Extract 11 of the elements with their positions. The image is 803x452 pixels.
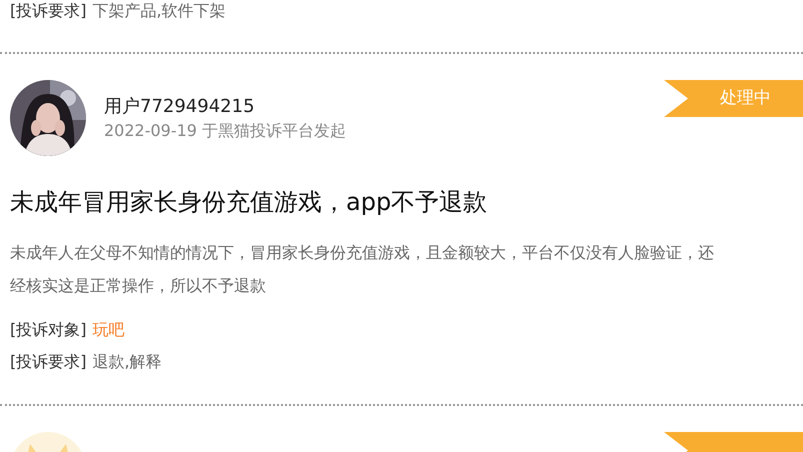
field-label: [投诉要求] xyxy=(10,1,86,20)
status-badge: 处理中 xyxy=(664,80,803,117)
description-line: 经核实这是正常操作，所以不予退款 xyxy=(10,275,266,297)
user-name: 用户7729494215 xyxy=(104,95,256,119)
complaint-title[interactable]: 未成年冒用家长身份充值游戏，app不予退款 xyxy=(10,185,803,219)
field-value: 退款,解释 xyxy=(92,352,162,371)
description-line: 未成年人在父母不知情的情况下，冒用家长身份充值游戏，且金额较大，平台不仅没有人脸验证，还 xyxy=(10,242,714,264)
field-value: 下架产品,软件下架 xyxy=(92,1,226,20)
field-label: [投诉对象] xyxy=(10,320,86,339)
field-label: [投诉要求] xyxy=(10,352,86,371)
complaint-date: 2022-09-19 于黑猫投诉平台发起 xyxy=(104,120,346,142)
